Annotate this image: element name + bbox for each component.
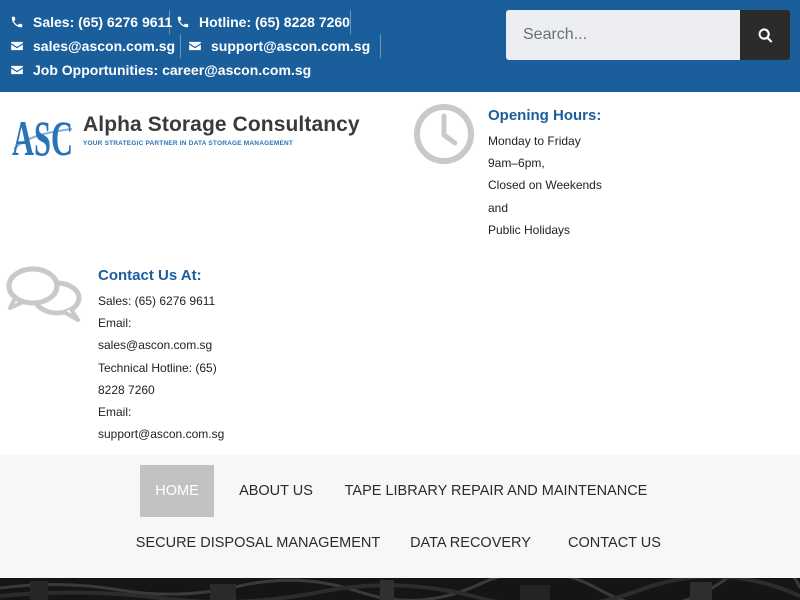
nav-item-data-recovery[interactable]: DATA RECOVERY — [400, 517, 541, 569]
topbar-divider — [169, 10, 170, 34]
topbar-jobs-text: Job Opportunities: career@ascon.com.sg — [33, 62, 312, 78]
contact-title: Contact Us At: — [98, 267, 202, 284]
envelope-icon — [189, 41, 201, 51]
contact-text: Sales: (65) 6276 9611 Email: sales@ascon… — [98, 290, 224, 445]
opening-hours-title: Opening Hours: — [488, 107, 602, 124]
phone-icon — [11, 16, 23, 28]
site-logo[interactable]: ASC Alpha Storage Consultancy YOUR STRAT… — [12, 103, 384, 163]
logo-company-name: Alpha Storage Consultancy — [83, 113, 360, 136]
opening-hours-text: Monday to Friday 9am–6pm, Closed on Week… — [488, 130, 602, 241]
topbar-sales-email-link[interactable]: sales@ascon.com.sg — [10, 36, 175, 56]
topbar-divider — [380, 34, 381, 58]
contact-email-link[interactable]: sales@ascon.com.sg — [98, 334, 224, 356]
chat-bubbles-icon — [6, 266, 82, 322]
search-form — [506, 10, 790, 60]
logo-mark-letters: ASC — [12, 110, 73, 163]
phone-icon — [177, 16, 189, 28]
search-button[interactable] — [740, 10, 790, 60]
clock-icon — [414, 104, 474, 164]
nav-item-tape-library-repair[interactable]: TAPE LIBRARY REPAIR AND MAINTENANCE — [340, 465, 652, 517]
search-icon — [758, 27, 772, 43]
opening-hours-line: and — [488, 200, 509, 215]
contact-email-link[interactable]: support@ascon.com.sg — [98, 423, 224, 445]
opening-hours-line: Closed on Weekends — [488, 178, 602, 193]
opening-hours-line: Monday to Friday — [488, 134, 581, 148]
topbar-support-email-link[interactable]: support@ascon.com.sg — [188, 36, 370, 56]
topbar-jobs-link[interactable]: Job Opportunities: career@ascon.com.sg — [10, 60, 311, 80]
topbar-support-email-text: support@ascon.com.sg — [211, 38, 371, 54]
nav-item-home[interactable]: HOME — [140, 465, 214, 517]
nav-item-contact-us[interactable]: CONTACT US — [556, 517, 673, 569]
opening-hours-line: Public Holidays — [488, 222, 571, 237]
top-contact-bar: Sales: (65) 6276 9611 Hotline: (65) 8228… — [0, 0, 800, 92]
search-input[interactable] — [506, 10, 740, 60]
envelope-icon — [11, 65, 23, 75]
envelope-icon — [11, 41, 23, 51]
contact-line: Email: — [98, 316, 132, 331]
topbar-divider — [350, 10, 351, 34]
main-navigation: HOME ABOUT US TAPE LIBRARY REPAIR AND MA… — [0, 455, 800, 578]
asc-logo-mark: ASC — [12, 110, 73, 163]
topbar-hotline-link[interactable]: Hotline: (65) 8228 7260 — [176, 12, 350, 32]
logo-tagline: YOUR STRATEGIC PARTNER IN DATA STORAGE M… — [83, 140, 294, 147]
hero-banner-image — [0, 578, 800, 600]
contact-line: 8228 7260 — [98, 382, 155, 397]
opening-hours-line: 9am–6pm, — [488, 156, 545, 171]
nav-item-secure-disposal[interactable]: SECURE DISPOSAL MANAGEMENT — [136, 517, 380, 569]
topbar-sales-link[interactable]: Sales: (65) 6276 9611 — [10, 12, 172, 32]
nav-item-about-us[interactable]: ABOUT US — [226, 465, 326, 517]
contact-line: Sales: (65) 6276 9611 — [98, 294, 216, 308]
topbar-sales-text: Sales: (65) 6276 9611 — [33, 14, 173, 30]
topbar-divider — [180, 34, 181, 58]
contact-line: Technical Hotline: (65) — [98, 360, 217, 375]
topbar-hotline-text: Hotline: (65) 8228 7260 — [199, 14, 350, 30]
contact-line: Email: — [98, 405, 132, 420]
topbar-sales-email-text: sales@ascon.com.sg — [33, 38, 176, 54]
hero-banner-photo — [0, 578, 800, 600]
